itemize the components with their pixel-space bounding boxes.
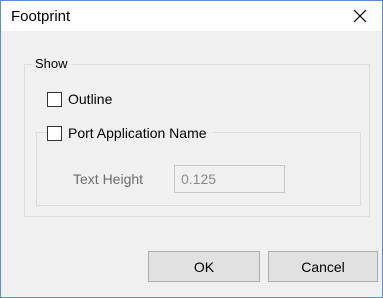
outline-checkbox-row[interactable]: Outline (47, 91, 112, 107)
dialog-title: Footprint (11, 8, 71, 25)
close-button[interactable] (338, 1, 382, 31)
close-icon (353, 9, 367, 23)
outline-checkbox[interactable] (47, 91, 62, 107)
text-height-input[interactable]: 0.125 (174, 165, 285, 193)
title-bar: Footprint (1, 1, 382, 31)
port-app-name-checkbox[interactable] (47, 125, 62, 141)
cancel-button[interactable]: Cancel (268, 251, 378, 282)
outline-label: Outline (68, 91, 113, 107)
port-app-name-checkbox-row[interactable]: Port Application Name (47, 125, 213, 141)
port-app-name-label: Port Application Name (68, 125, 207, 141)
show-group-legend: Show (32, 56, 71, 71)
text-height-label: Text Height (73, 171, 144, 187)
ok-button[interactable]: OK (148, 251, 260, 282)
footprint-dialog: Footprint Show Outline Port Application … (0, 0, 383, 298)
